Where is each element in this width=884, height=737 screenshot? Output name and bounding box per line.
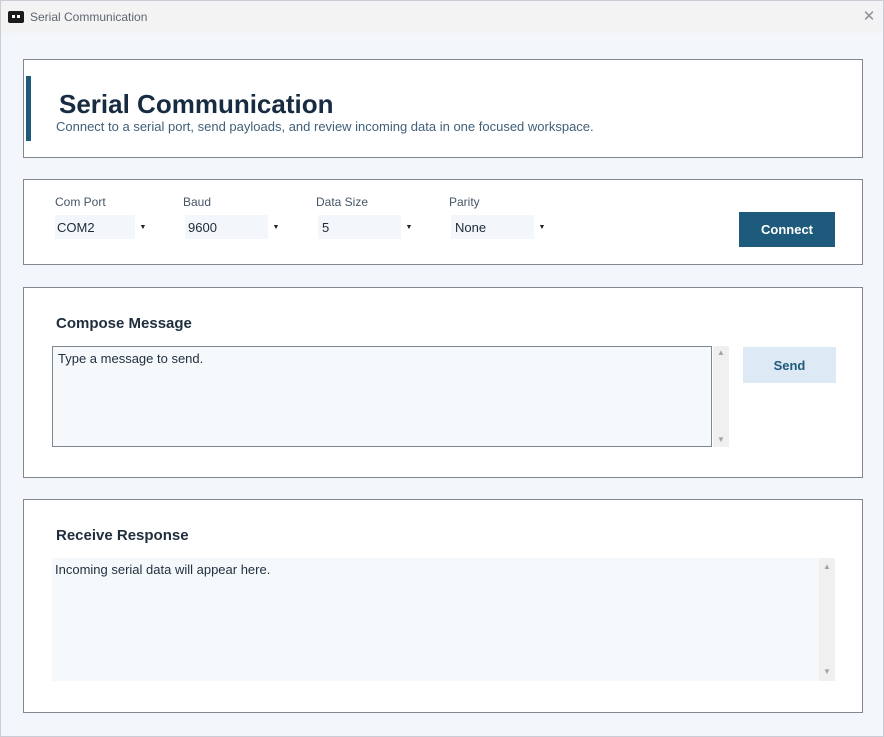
scroll-up-icon[interactable]: ▲ [819,560,835,574]
connection-settings-panel: Com Port COM2 ▼ Baud 9600 ▼ Data Size 5 … [23,179,863,265]
chevron-down-icon: ▼ [534,215,550,239]
baud-label: Baud [183,195,212,209]
receive-panel: Receive Response Incoming serial data wi… [23,499,863,713]
com-port-label: Com Port [55,195,106,209]
com-port-value: COM2 [57,219,95,235]
response-output[interactable]: Incoming serial data will appear here. [52,558,819,681]
title-bar: Serial Communication ✕ [1,1,883,33]
baud-value: 9600 [188,219,217,235]
receive-scrollbar[interactable]: ▲ ▼ [819,558,835,681]
compose-scrollbar[interactable]: ▲ ▼ [713,346,729,447]
close-icon[interactable]: ✕ [861,9,877,25]
parity-select[interactable]: None ▼ [451,215,550,239]
scroll-down-icon[interactable]: ▼ [819,665,835,679]
window-title: Serial Communication [30,10,148,24]
scroll-up-icon[interactable]: ▲ [713,346,729,360]
com-port-select[interactable]: COM2 ▼ [55,215,151,239]
baud-select[interactable]: 9600 ▼ [185,215,284,239]
header-panel: Serial Communication Connect to a serial… [23,59,863,158]
page-title: Serial Communication [59,89,334,119]
data-size-select[interactable]: 5 ▼ [318,215,417,239]
scroll-down-icon[interactable]: ▼ [713,433,729,447]
receive-title: Receive Response [56,527,189,544]
data-size-label: Data Size [316,195,369,209]
chevron-down-icon: ▼ [401,215,417,239]
chevron-down-icon: ▼ [268,215,284,239]
compose-panel: Compose Message Type a message to send. … [23,287,863,478]
data-size-value: 5 [322,219,330,235]
send-button[interactable]: Send [743,347,836,383]
compose-title: Compose Message [56,315,192,332]
app-icon [8,11,24,23]
parity-label: Parity [449,195,480,209]
page-subtitle: Connect to a serial port, send payloads,… [56,119,594,134]
connect-button[interactable]: Connect [739,212,835,247]
accent-bar [26,76,31,141]
chevron-down-icon: ▼ [135,215,151,239]
parity-value: None [455,219,487,235]
message-input[interactable]: Type a message to send. [52,346,712,447]
app-window: Serial Communication ✕ Serial Communicat… [0,0,884,737]
